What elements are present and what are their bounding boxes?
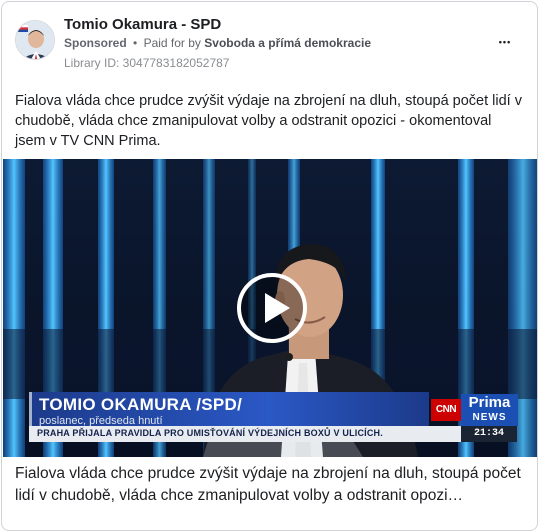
payer-name[interactable]: Svoboda a přímá demokracie bbox=[204, 36, 371, 50]
page-name[interactable]: Tomio Okamura - SPD bbox=[64, 16, 221, 33]
video-caption: Fialova vláda chce prudce zvýšit výdaje … bbox=[15, 465, 521, 504]
more-dots-icon: ••• bbox=[498, 36, 512, 47]
ticker-text: PRAHA PŘIJALA PRAVIDLA PRO UMISŤOVÁNÍ VÝ… bbox=[37, 428, 383, 438]
ticker-clock: 21:34 bbox=[461, 426, 517, 442]
cnn-logo: CNN bbox=[431, 399, 461, 421]
more-options-button[interactable]: ••• bbox=[493, 32, 517, 52]
video-player[interactable]: TOMIO OKAMURA /SPD/ poslanec, předseda h… bbox=[3, 159, 537, 457]
avatar-image bbox=[16, 21, 54, 59]
news-ticker: PRAHA PŘIJALA PRAVIDLA PRO UMISŤOVÁNÍ VÝ… bbox=[29, 426, 517, 442]
lower-third-name: TOMIO OKAMURA /SPD/ bbox=[39, 395, 243, 414]
play-icon bbox=[265, 293, 290, 323]
prima-logo-text: Prima bbox=[468, 394, 511, 411]
paid-for-label: Paid for by bbox=[143, 36, 201, 50]
news-logo-text: NEWS bbox=[472, 412, 507, 423]
sponsored-label: Sponsored bbox=[64, 36, 127, 50]
separator-dot: • bbox=[133, 36, 138, 50]
prima-news-logo: Prima NEWS bbox=[461, 394, 518, 426]
ad-card: Tomio Okamura - SPD Sponsored • Paid for… bbox=[1, 1, 538, 531]
avatar[interactable] bbox=[15, 20, 55, 60]
ad-header: Tomio Okamura - SPD Sponsored • Paid for… bbox=[2, 2, 537, 82]
post-text: Fialova vláda chce prudce zvýšit výdaje … bbox=[15, 93, 522, 149]
library-id: Library ID: 3047783182052787 bbox=[64, 56, 230, 70]
play-button[interactable] bbox=[237, 273, 307, 343]
sponsor-line: Sponsored • Paid for by Svoboda a přímá … bbox=[64, 36, 371, 50]
